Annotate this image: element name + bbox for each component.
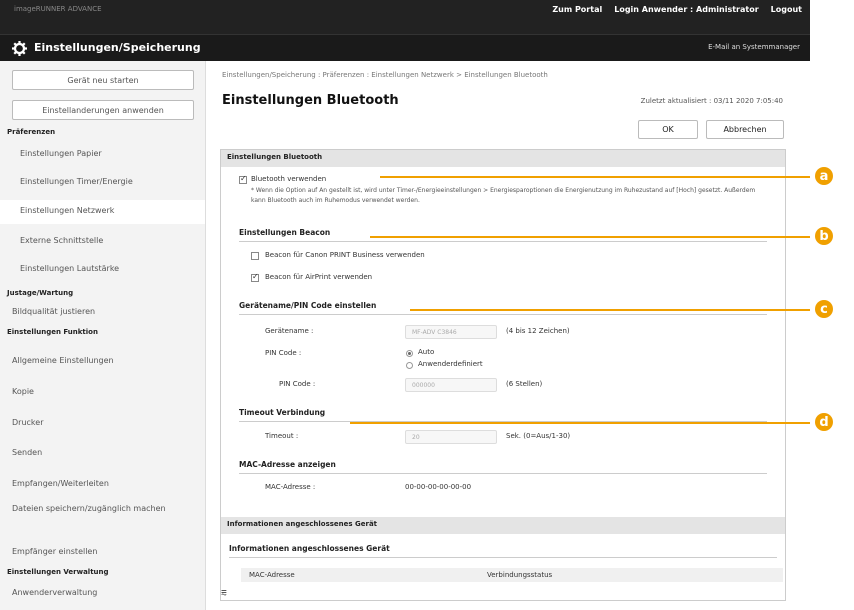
settings-panel: Einstellungen Bluetooth Bluetooth verwen… [220, 149, 786, 601]
title-bar: Einstellungen/Speicherung E-Mail an Syst… [0, 34, 810, 61]
breadcrumb: Einstellungen/Speicherung : Präferenzen … [222, 71, 548, 79]
app-title: Einstellungen/Speicherung [34, 41, 201, 54]
callout-line-a [380, 176, 810, 178]
timeout-head: Timeout Verbindung [239, 408, 326, 417]
callout-c: c [815, 300, 833, 318]
cancel-button[interactable]: Abbrechen [706, 120, 784, 139]
callout-margin [810, 61, 854, 610]
sidebar-item-senden[interactable]: Senden [0, 448, 205, 457]
device-name-hint: (4 bis 12 Zeichen) [506, 327, 570, 335]
logout-link[interactable]: Logout [771, 5, 802, 14]
device-info: imageRUNNER ADVANCE [14, 5, 102, 13]
device-info-divider [229, 557, 777, 558]
device-info-subhead: Informationen angeschlossenes Gerät [229, 544, 390, 553]
gear-icon [12, 41, 27, 56]
device-name-head: Gerätename/PIN Code einstellen [239, 301, 377, 310]
sidebar-head-verwaltung: Einstellungen Verwaltung [7, 568, 109, 576]
page-title: Einstellungen Bluetooth [222, 93, 399, 108]
mac-value: 00-00-00-00-00-00 [405, 483, 472, 491]
pin-code-label: PIN Code : [279, 380, 316, 388]
main-content: Einstellungen/Speicherung : Präferenzen … [206, 61, 810, 610]
login-user: Login Anwender : Administrator [614, 5, 759, 14]
col-mac: MAC-Adresse [249, 571, 295, 579]
sidebar-head-funktion: Einstellungen Funktion [7, 328, 98, 336]
beacon-divider [239, 241, 767, 242]
sidebar-head-praeferenzen: Präferenzen [7, 128, 56, 136]
sidebar-item-timer[interactable]: Einstellungen Timer/Energie [0, 177, 205, 186]
ok-button[interactable]: OK [638, 120, 698, 139]
device-table-header: MAC-Adresse Verbindungsstatus [241, 568, 783, 582]
sidebar-item-empfaenger[interactable]: Empfänger einstellen [0, 547, 205, 556]
section-head-bluetooth: Einstellungen Bluetooth [221, 150, 785, 167]
beacon-head: Einstellungen Beacon [239, 228, 331, 237]
sidebar-head-justage: Justage/Wartung [7, 289, 74, 297]
callout-line-c [410, 309, 810, 311]
sidebar-item-kopie[interactable]: Kopie [0, 387, 205, 396]
timeout-hint: Sek. (0=Aus/1-30) [506, 432, 571, 440]
pin-custom-label: Anwenderdefiniert [418, 360, 483, 368]
callout-a: a [815, 167, 833, 185]
sidebar-item-bildqualitaet[interactable]: Bildqualität justieren [0, 307, 205, 316]
sidebar-item-papier[interactable]: Einstellungen Papier [0, 149, 205, 158]
sidebar-item-drucker[interactable]: Drucker [0, 418, 205, 427]
sidebar: Gerät neu starten Einstellanderungen anw… [0, 61, 206, 610]
bluetooth-note: * Wenn die Option auf An gestellt ist, w… [251, 187, 756, 204]
section-head-device-info: Informationen angeschlossenes Gerät [221, 517, 785, 534]
beacon-airprint-label: Beacon für AirPrint verwenden [265, 273, 373, 281]
beacon-canon-label: Beacon für Canon PRINT Business verwende… [265, 251, 425, 259]
col-status: Verbindungsstatus [487, 571, 553, 579]
beacon-canon-checkbox[interactable] [251, 252, 259, 260]
bluetooth-checkbox[interactable] [239, 174, 247, 184]
portal-link[interactable]: Zum Portal [552, 5, 602, 14]
pin-auto-radio[interactable] [406, 350, 413, 357]
beacon-airprint-checkbox[interactable] [251, 272, 259, 282]
mac-divider [239, 473, 767, 474]
callout-line-d [350, 422, 810, 424]
sidebar-item-lautstaerke[interactable]: Einstellungen Lautstärke [0, 264, 205, 273]
device-name-label: Gerätename : [265, 327, 314, 335]
sort-icon[interactable]: ⩳ [221, 588, 227, 599]
pin-custom-radio[interactable] [406, 362, 413, 369]
device-divider [239, 314, 767, 315]
mail-link[interactable]: E-Mail an Systemmanager [708, 43, 800, 51]
pin-auto-label: Auto [418, 348, 435, 356]
restart-button[interactable]: Gerät neu starten [12, 70, 194, 90]
apply-changes-button[interactable]: Einstellanderungen anwenden [12, 100, 194, 120]
device-name-field[interactable]: MF-ADV C3846 [405, 325, 497, 339]
sidebar-item-netzwerk[interactable]: Einstellungen Netzwerk [0, 200, 205, 224]
pin-code-hint: (6 Stellen) [506, 380, 543, 388]
sidebar-item-empfangen[interactable]: Empfangen/Weiterleiten [0, 479, 205, 488]
pin-code-field[interactable]: 000000 [405, 378, 497, 392]
sidebar-item-anwenderverwaltung[interactable]: Anwenderverwaltung [0, 588, 205, 597]
timeout-label: Timeout : [265, 432, 299, 440]
sidebar-item-schnittstelle[interactable]: Externe Schnittstelle [0, 236, 205, 245]
top-links: Zum Portal Login Anwender : Administrato… [552, 5, 802, 14]
sidebar-item-dateien[interactable]: Dateien speichern/zugänglich machen [0, 503, 180, 515]
sidebar-item-allgemein[interactable]: Allgemeine Einstellungen [0, 356, 205, 365]
callout-line-b [370, 236, 810, 238]
mac-label: MAC-Adresse : [265, 483, 316, 491]
top-bar: imageRUNNER ADVANCE Zum Portal Login Anw… [0, 0, 810, 34]
timeout-field[interactable]: 20 [405, 430, 497, 444]
last-updated: Zuletzt aktualisiert : 03/11 2020 7:05:4… [640, 97, 783, 105]
callout-d: d [815, 413, 833, 431]
callout-b: b [815, 227, 833, 245]
mac-head: MAC-Adresse anzeigen [239, 460, 336, 469]
pin-label: PIN Code : [265, 349, 302, 357]
bluetooth-label: Bluetooth verwenden [251, 175, 327, 183]
